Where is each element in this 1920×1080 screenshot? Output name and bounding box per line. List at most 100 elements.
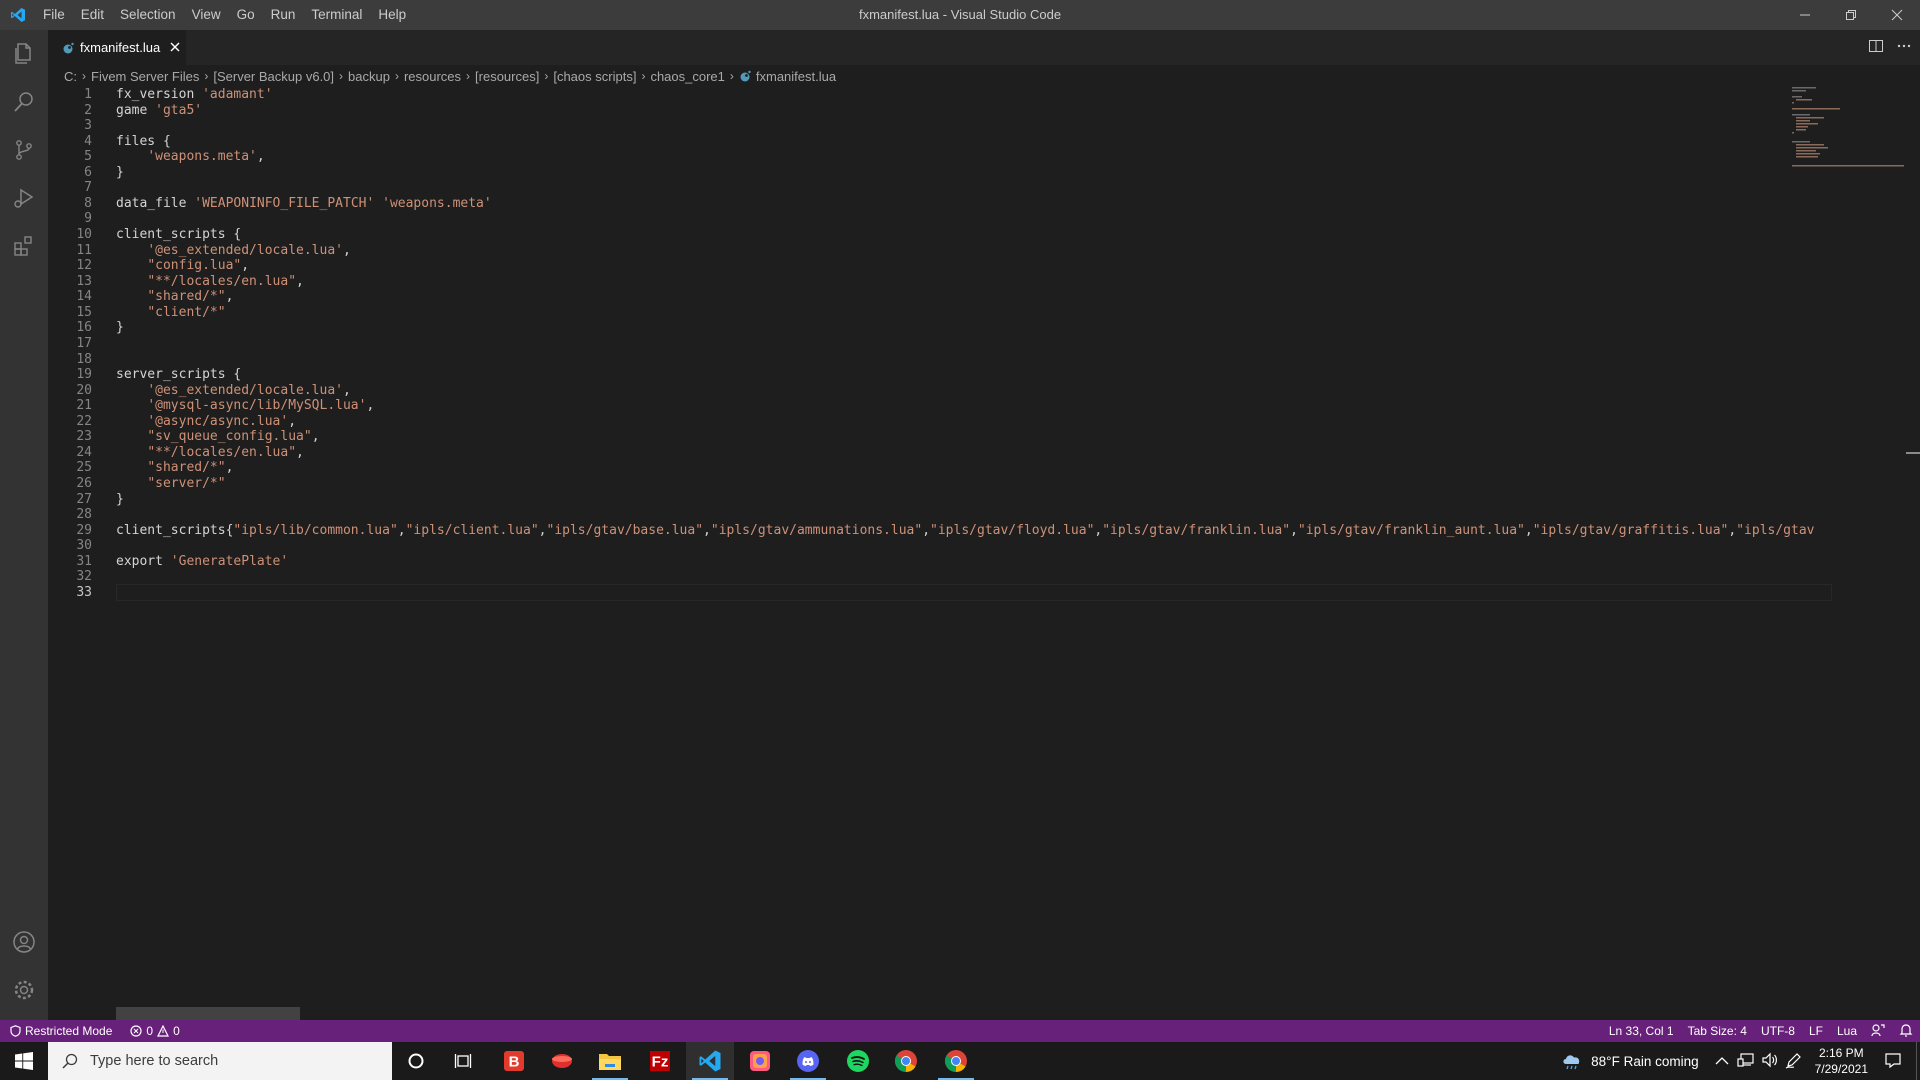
breadcrumb-item[interactable]: [Server Backup v6.0] [213,69,334,84]
line-number: 10 [76,227,92,243]
menu-edit[interactable]: Edit [73,0,112,30]
cortana-button[interactable] [392,1042,440,1080]
minimap[interactable] [1784,87,1904,1020]
chevron-right-icon: › [466,69,471,83]
extensions-button[interactable] [0,222,48,270]
taskbar-file-explorer[interactable] [586,1042,634,1080]
spotify-icon [847,1050,869,1072]
language-mode[interactable]: Lua [1830,1024,1864,1038]
taskbar-discord[interactable] [784,1042,832,1080]
menu-help[interactable]: Help [370,0,414,30]
code-area[interactable]: fx_version 'adamant' game 'gta5' files { '… [116,87,1832,1020]
search-icon [62,1053,78,1069]
end-of-line[interactable]: LF [1802,1024,1830,1038]
code-token: , [1524,522,1533,538]
chevron-up-icon [1715,1056,1729,1064]
taskbar-spotify[interactable] [834,1042,882,1080]
menu-selection[interactable]: Selection [112,0,184,30]
code-token: , [241,258,250,274]
pen-workspace-button[interactable] [1785,1051,1803,1072]
source-control-button[interactable] [0,126,48,174]
taskbar-app-red[interactable] [538,1042,586,1080]
action-center-button[interactable] [1884,1051,1902,1072]
taskbar-vscode[interactable] [686,1042,734,1080]
menu-terminal[interactable]: Terminal [303,0,370,30]
line-number: 3 [84,118,92,134]
rain-cloud-icon [1563,1055,1580,1070]
taskbar-brave[interactable]: B [490,1042,538,1080]
restore-button[interactable] [1828,0,1874,30]
code-token: , [703,522,711,538]
volume-button[interactable] [1761,1052,1779,1071]
accounts-button[interactable] [0,918,48,966]
horizontal-scrollbar[interactable] [116,1007,300,1020]
notification-icon [1885,1052,1901,1068]
feedback-icon [1871,1023,1885,1036]
show-desktop-button[interactable] [1916,1042,1920,1080]
show-hidden-icons-button[interactable] [1715,1054,1729,1069]
vscode-icon [699,1050,721,1072]
explorer-button[interactable] [0,30,48,78]
menu-file[interactable]: File [35,0,73,30]
breadcrumb-item[interactable]: [chaos scripts] [553,69,636,84]
notifications-button[interactable] [1892,1023,1920,1040]
line-number: 18 [76,351,92,367]
run-debug-button[interactable] [0,174,48,222]
taskbar-creative-cloud[interactable] [736,1042,784,1080]
code-token: server_scripts { [116,367,242,383]
tab-close-button[interactable] [170,39,180,56]
network-button[interactable] [1737,1052,1755,1071]
breadcrumb-item[interactable]: C: [64,69,77,84]
tab-fxmanifest[interactable]: fxmanifest.lua [48,30,186,65]
manage-button[interactable] [0,966,48,1014]
cursor-position[interactable]: Ln 33, Col 1 [1602,1024,1681,1038]
file-encoding[interactable]: UTF-8 [1754,1024,1802,1038]
breadcrumb-item[interactable]: [resources] [475,69,539,84]
breadcrumb-item[interactable]: resources [404,69,461,84]
menu-bar: File Edit Selection View Go Run Terminal… [35,0,414,30]
menu-go[interactable]: Go [229,0,263,30]
feedback-button[interactable] [1864,1023,1892,1040]
breadcrumb-item[interactable]: backup [348,69,390,84]
more-actions-button[interactable] [1896,38,1912,57]
string-token: '@async/async.lua' [147,413,289,429]
source-control-icon [16,140,32,160]
split-editor-button[interactable] [1868,38,1884,57]
code-line: '@es_extended/locale.lua', [116,243,351,259]
close-icon [1891,9,1903,21]
minimize-button[interactable] [1782,0,1828,30]
weather-widget[interactable]: 88°F Rain coming [1561,1052,1699,1070]
start-button[interactable] [0,1042,48,1080]
line-number: 6 [84,164,92,180]
vertical-scrollbar[interactable] [1906,87,1920,1020]
taskbar-chrome[interactable] [882,1042,930,1080]
menu-view[interactable]: View [184,0,229,30]
menu-run[interactable]: Run [263,0,304,30]
system-clock[interactable]: 2:16 PM 7/29/2021 [1815,1045,1868,1077]
chevron-right-icon: › [82,69,86,83]
close-window-button[interactable] [1874,0,1920,30]
warning-icon [157,1025,170,1037]
taskbar-chrome-profile[interactable] [932,1042,980,1080]
problems-indicator[interactable]: 0 0 [122,1024,187,1038]
task-view-button[interactable] [440,1042,488,1080]
breadcrumb-item[interactable]: Fivem Server Files [91,69,199,84]
vscode-logo-icon[interactable] [0,0,35,30]
code-editor[interactable]: 1 2 3 4 5 6 7 8 9 10 11 12 13 14 15 16 17 18 19 20 21 22 23 24 2… [48,87,1920,1020]
tab-size[interactable]: Tab Size: 4 [1681,1024,1754,1038]
restricted-mode-indicator[interactable]: Restricted Mode [0,1020,123,1042]
string-token: 'WEAPONINFO_FILE_PATCH' [194,195,375,211]
taskbar-filezilla[interactable]: Fz [636,1042,684,1080]
chrome-icon [945,1050,967,1072]
breadcrumb-file[interactable]: fxmanifest.lua [756,69,836,84]
taskbar-search[interactable]: Type here to search [48,1042,392,1080]
search-button[interactable] [0,78,48,126]
line-number: 12 [76,258,92,274]
breadcrumb-item[interactable]: chaos_core1 [650,69,724,84]
